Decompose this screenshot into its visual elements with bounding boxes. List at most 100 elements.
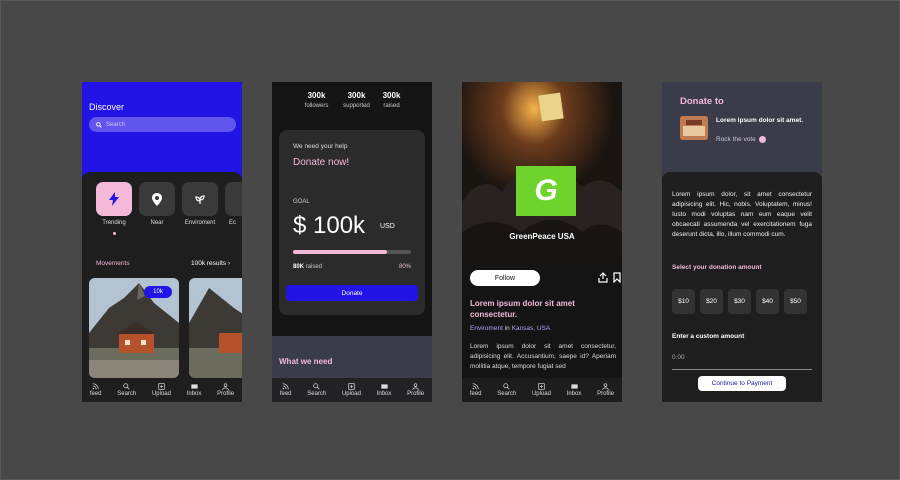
nav-label: Inbox [186,391,202,397]
campaign-org: Rock the vote [716,136,756,144]
section-title: What we need [279,357,333,366]
bookmark-icon[interactable] [613,272,621,283]
share-icon[interactable] [598,272,608,283]
nav-label: Profile [217,391,235,397]
nav-feed[interactable]: feed [90,383,102,397]
progress-bar [293,250,411,254]
amount-option[interactable]: $50 [784,289,807,314]
custom-amount-input[interactable]: 0.00 [672,354,685,361]
category-economy-button[interactable] [225,182,242,216]
upload-icon [538,383,545,390]
nav-search[interactable]: Search [307,383,326,397]
stat-value: 300k [382,91,401,100]
progress-percent: 80% [398,264,411,270]
organization-screen: G GreenPeace USA Follow Lorem ipsum dolo… [462,82,622,402]
bottom-nav: feed Search Upload Inbox Profile [82,378,242,402]
nav-profile[interactable]: Profile [407,383,424,397]
raised-value: 80K [293,264,305,270]
logo-letter: G [534,174,558,207]
post-title: Lorem ipsum dolor sit amet consectetur. [470,299,575,319]
amount-option[interactable]: $10 [672,289,695,314]
user-icon [222,383,229,390]
search-input[interactable]: Search [89,117,236,132]
nav-label: Inbox [566,391,582,397]
category-environment-button[interactable] [182,182,218,216]
search-placeholder: Search [106,121,126,128]
nav-profile[interactable]: Profile [597,383,614,397]
location-pin-icon [152,192,162,206]
nav-label: Upload [341,391,361,397]
nav-label: Profile [407,391,425,397]
progress-fill [293,250,388,254]
user-icon [602,383,609,390]
nav-inbox[interactable]: Inbox [566,383,582,397]
nav-upload[interactable]: Upload [152,383,171,397]
chevron-right-icon: › [227,260,230,267]
category-label: Ec [229,220,237,226]
help-text: We need your help [293,143,348,150]
donate-to-screen: Donate to Lorem ipsum dolor sit amet. Ro… [662,82,822,402]
meta-in: in [504,325,510,332]
category-label: Trending [102,220,126,226]
post-location[interactable]: Kansas, USA [512,325,551,332]
nav-inbox[interactable]: Inbox [186,383,202,397]
active-indicator [113,232,116,235]
nav-search[interactable]: Search [497,383,516,397]
search-icon [313,383,320,390]
mail-icon [570,384,578,389]
search-icon [96,121,102,128]
amount-option[interactable]: $20 [700,289,723,314]
donate-button[interactable]: Donate [286,285,418,301]
category-near-button[interactable] [139,182,175,216]
input-underline [672,369,812,370]
goal-label: GOAL [293,199,310,205]
donate-heading: Donate now! [293,157,350,168]
goal-amount: $ 100k [293,212,366,239]
stat-label: followers [304,103,329,109]
results-link[interactable]: 100k results › [191,260,230,267]
nav-upload[interactable]: Upload [532,383,551,397]
post-tag[interactable]: Enviroment [470,325,503,332]
org-logo: G [516,166,576,216]
stat-value: 300k [307,91,326,100]
follow-button[interactable]: Follow [470,270,540,286]
amount-option[interactable]: $30 [728,289,751,314]
post-body: Lorem ipsum dolor sit amet consectetur, … [470,343,616,370]
upload-icon [158,383,165,390]
stat-raised: 300k raised [369,91,414,109]
nav-inbox[interactable]: Inbox [376,383,392,397]
amount-options: $10 $20 $30 $40 $50 [672,289,807,314]
movements-label: Movements [96,260,130,267]
campaign-title: Lorem ipsum dolor sit amet. [716,117,804,124]
donation-card: We need your help Donate now! GOAL $ 100… [279,130,425,315]
category-label: Near [150,220,164,226]
rss-icon [472,383,479,390]
nav-search[interactable]: Search [117,383,136,397]
mail-icon [190,384,198,389]
nav-label: Profile [597,391,615,397]
amount-option[interactable]: $40 [756,289,779,314]
movement-card[interactable] [189,278,242,378]
verified-icon [758,136,766,143]
upload-icon [348,383,355,390]
nav-feed[interactable]: feed [280,383,292,397]
nav-feed[interactable]: feed [470,383,482,397]
currency-label: USD [380,223,395,230]
org-name: GreenPeace USA [509,232,575,241]
continue-to-payment-button[interactable]: Continue to Payment [698,376,786,391]
nav-upload[interactable]: Upload [342,383,361,397]
nav-label: Inbox [376,391,392,397]
mail-icon [380,384,388,389]
category-trending-button[interactable] [96,182,132,216]
nav-label: feed [89,391,102,397]
stat-followers: 300k followers [294,91,339,109]
nav-label: Upload [531,391,551,397]
campaign-thumbnail [680,116,708,140]
bottom-nav: feed Search Upload Inbox Profile [462,378,622,402]
nav-label: Search [117,391,137,397]
search-icon [123,383,130,390]
nav-label: Search [307,391,327,397]
nav-profile[interactable]: Profile [217,383,234,397]
nav-label: Search [497,391,517,397]
donate-screen: 300k followers 300k supported 300k raised W… [272,82,432,402]
